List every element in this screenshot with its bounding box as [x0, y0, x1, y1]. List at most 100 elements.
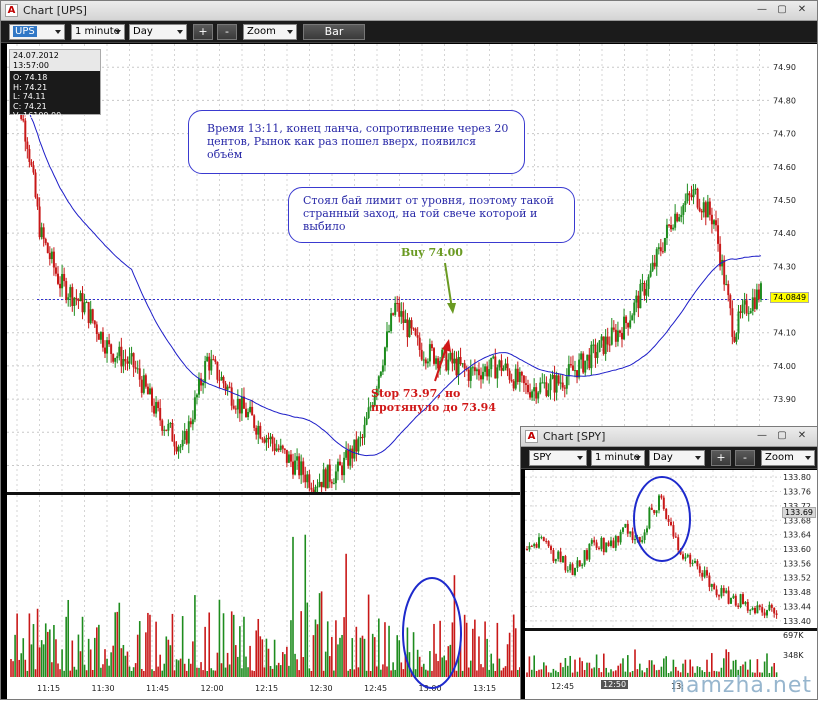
volume-bar	[425, 669, 427, 677]
candle-body	[555, 375, 558, 393]
volume-bar	[324, 651, 327, 677]
volume-bar	[163, 663, 166, 677]
candle-body	[535, 387, 538, 399]
candle-body	[169, 422, 172, 424]
spy-interval-select[interactable]: 1 minute	[591, 450, 645, 466]
candle-body	[455, 358, 458, 376]
spy-price-axis-labels: 133.80133.76133.72133.68133.64133.60133.…	[783, 473, 811, 626]
chevron-down-icon	[805, 456, 811, 460]
zoom-in-button[interactable]: +	[193, 24, 213, 40]
spy-candle-body	[545, 540, 548, 542]
spy-candle-body	[614, 536, 617, 548]
candle-body	[146, 386, 149, 395]
candle-body	[551, 374, 554, 379]
volume-bar	[353, 669, 356, 677]
candle-body	[343, 457, 346, 476]
volume-bar	[284, 654, 286, 677]
volume-bar	[85, 670, 88, 677]
candle-body	[717, 225, 720, 244]
volume-bar	[57, 663, 59, 677]
candle-body	[418, 337, 421, 350]
candle-body	[569, 364, 572, 366]
spy-candle-body	[588, 543, 591, 560]
candle-body	[326, 464, 329, 489]
volume-bar	[67, 599, 70, 677]
candle-body	[404, 319, 407, 323]
interval-value: 1 minute	[75, 26, 120, 37]
spy-zoom-in-button[interactable]: +	[711, 450, 731, 466]
spy-symbol-select[interactable]: SPY	[529, 450, 587, 466]
spy-volume-bar	[562, 667, 564, 677]
minimize-icon[interactable]: —	[755, 430, 769, 443]
candle-body	[99, 332, 102, 340]
chevron-down-icon	[115, 30, 121, 34]
spy-candle-body	[742, 594, 744, 605]
candle-body	[171, 422, 174, 442]
period-select[interactable]: Day	[129, 24, 187, 40]
close-icon[interactable]: ✕	[795, 430, 809, 443]
spy-zoom-out-button[interactable]: -	[735, 450, 755, 466]
spy-candle-body	[631, 531, 634, 541]
volume-bar	[275, 665, 278, 677]
candle-body	[136, 368, 139, 370]
spy-candle-body	[600, 537, 603, 549]
spy-period-select[interactable]: Day	[649, 450, 705, 466]
volume-bar	[516, 669, 519, 677]
spy-candle-body	[720, 588, 723, 597]
price-tick-label: 73.90	[773, 395, 796, 404]
candle-body	[459, 357, 462, 364]
spy-candle-body	[607, 542, 610, 547]
spy-candle-body	[706, 570, 708, 576]
symbol-select[interactable]: UPS	[9, 24, 65, 40]
zoom-out-button[interactable]: -	[217, 24, 237, 40]
zoom-select[interactable]: Zoom	[243, 24, 297, 40]
spy-candle-body	[660, 495, 663, 498]
minimize-icon[interactable]: —	[755, 4, 769, 17]
candle-body	[181, 439, 184, 447]
volume-bar	[279, 665, 282, 677]
candle-body	[723, 259, 726, 285]
candle-body	[81, 293, 84, 313]
spy-candle-body	[571, 564, 574, 576]
price-tick-label: 74.70	[773, 130, 796, 139]
candle-body	[334, 471, 337, 484]
candle-body	[610, 327, 613, 345]
volume-bar	[210, 668, 213, 677]
spy-candle-body	[686, 554, 689, 557]
spy-volume-bar	[605, 667, 607, 677]
volume-bar	[465, 622, 468, 677]
spy-zoom-select[interactable]: Zoom	[761, 450, 815, 466]
time-tick-label: 13:00	[419, 684, 442, 693]
candle-body	[549, 378, 552, 391]
volume-bar	[388, 625, 390, 677]
interval-select[interactable]: 1 minute	[71, 24, 125, 40]
volume-bar	[306, 602, 309, 677]
candle-body	[484, 366, 487, 372]
spy-titlebar: A Chart [SPY] — ▢ ✕	[521, 427, 817, 447]
bar-button[interactable]: Bar	[303, 24, 365, 40]
candle-body	[612, 327, 615, 330]
spy-price-plot[interactable]	[525, 470, 781, 628]
candle-body	[320, 481, 323, 488]
maximize-icon[interactable]: ▢	[775, 430, 789, 443]
candle-body	[34, 172, 37, 198]
time-tick-label: 12:30	[310, 684, 333, 693]
maximize-icon[interactable]: ▢	[775, 4, 789, 17]
volume-bar	[151, 669, 153, 677]
spy-candle-body	[598, 547, 600, 549]
candle-body	[559, 382, 562, 384]
spy-volume-bar	[648, 660, 651, 677]
volume-bar	[343, 617, 345, 677]
volume-bar	[371, 633, 374, 677]
volume-bar	[155, 621, 157, 677]
spy-candle-body	[770, 604, 773, 608]
candle-body	[218, 379, 221, 381]
volume-bar	[114, 612, 117, 677]
spy-candle-body	[566, 570, 569, 572]
volume-bar	[433, 623, 435, 677]
candle-body	[30, 161, 33, 166]
spy-candle-body	[718, 595, 720, 597]
candle-body	[518, 371, 521, 382]
close-icon[interactable]: ✕	[795, 4, 809, 17]
candle-body	[692, 189, 695, 198]
